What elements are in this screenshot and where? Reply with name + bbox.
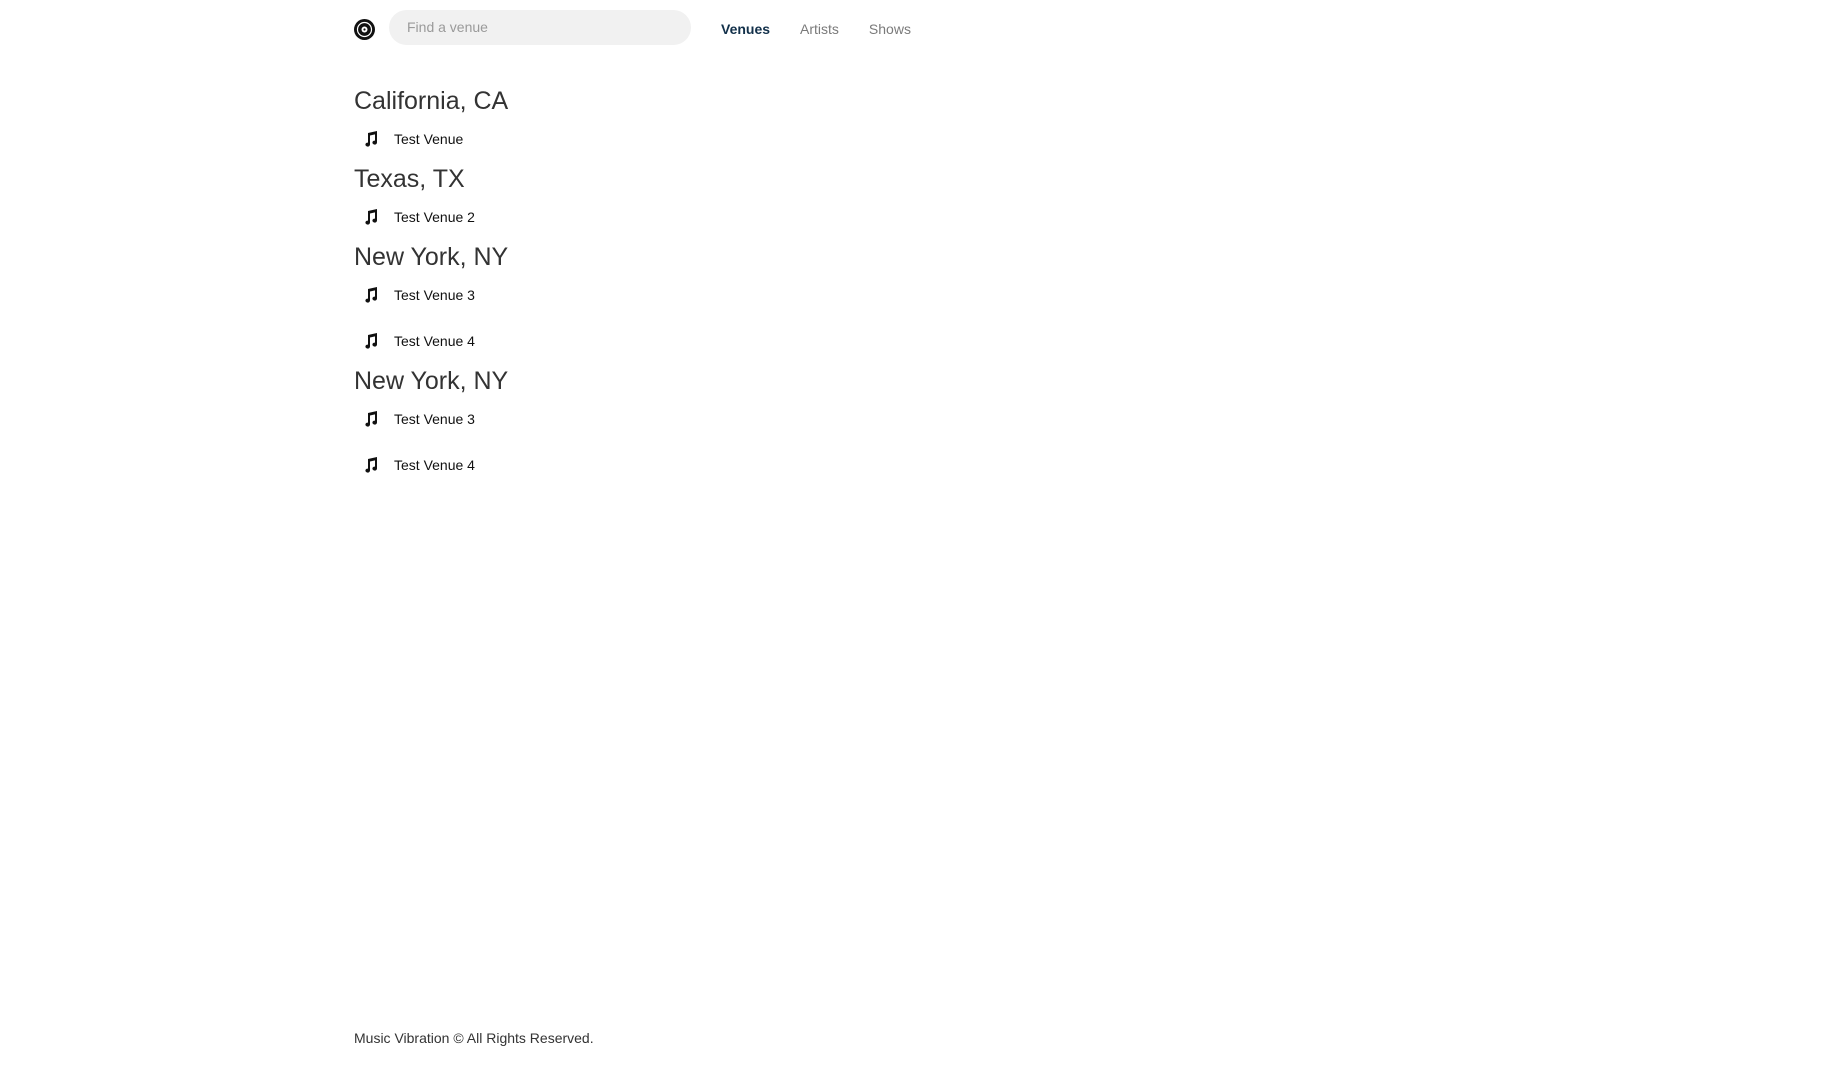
venue-name: Test Venue 3 — [394, 287, 475, 303]
state-group: New York, NY Test Venue 3 Test Venue 4 — [354, 242, 1494, 364]
top-nav-bar: Venues Artists Shows — [354, 0, 1494, 56]
state-heading: New York, NY — [354, 367, 509, 395]
venue-item[interactable]: Test Venue 2 — [354, 194, 1494, 240]
footer-copyright: Music Vibration © All Rights Reserved. — [354, 1030, 594, 1046]
venue-search-input[interactable] — [389, 9, 691, 45]
music-note-icon — [363, 333, 378, 349]
main-container: Venues Artists Shows California, CA Test… — [354, 0, 1494, 490]
page: Venues Artists Shows California, CA Test… — [0, 0, 1847, 1073]
state-group: California, CA Test Venue — [354, 86, 1494, 162]
nav-link-venues[interactable]: Venues — [721, 21, 770, 37]
main-nav: Venues Artists Shows — [721, 21, 941, 37]
venue-item[interactable]: Test Venue 3 — [354, 396, 1494, 442]
venue-name: Test Venue 4 — [394, 333, 475, 349]
music-note-icon — [363, 209, 378, 225]
state-heading: California, CA — [354, 87, 509, 115]
venue-name: Test Venue 3 — [394, 411, 475, 427]
vinyl-record-icon[interactable] — [354, 18, 375, 40]
venue-name: Test Venue — [394, 131, 464, 147]
nav-link-artists[interactable]: Artists — [800, 21, 839, 37]
venue-name: Test Venue 4 — [394, 457, 475, 473]
music-note-icon — [363, 131, 378, 147]
venue-name: Test Venue 2 — [394, 209, 475, 225]
state-group: New York, NY Test Venue 3 Test Venue 4 — [354, 366, 1494, 488]
music-note-icon — [363, 457, 378, 473]
venue-listing: California, CA Test Venue Texas, TX Test… — [354, 86, 1494, 488]
state-heading: New York, NY — [354, 243, 509, 271]
venue-list: Test Venue 2 — [354, 194, 1494, 240]
venue-list: Test Venue — [354, 116, 1494, 162]
state-heading: Texas, TX — [354, 165, 465, 193]
music-note-icon — [363, 411, 378, 427]
venue-list: Test Venue 3 Test Venue 4 — [354, 272, 1494, 364]
venue-item[interactable]: Test Venue 4 — [354, 442, 1494, 488]
music-note-icon — [363, 287, 378, 303]
venue-list: Test Venue 3 Test Venue 4 — [354, 396, 1494, 488]
venue-item[interactable]: Test Venue — [354, 116, 1494, 162]
venue-item[interactable]: Test Venue 4 — [354, 318, 1494, 364]
state-group: Texas, TX Test Venue 2 — [354, 164, 1494, 240]
nav-link-shows[interactable]: Shows — [869, 21, 911, 37]
venue-item[interactable]: Test Venue 3 — [354, 272, 1494, 318]
